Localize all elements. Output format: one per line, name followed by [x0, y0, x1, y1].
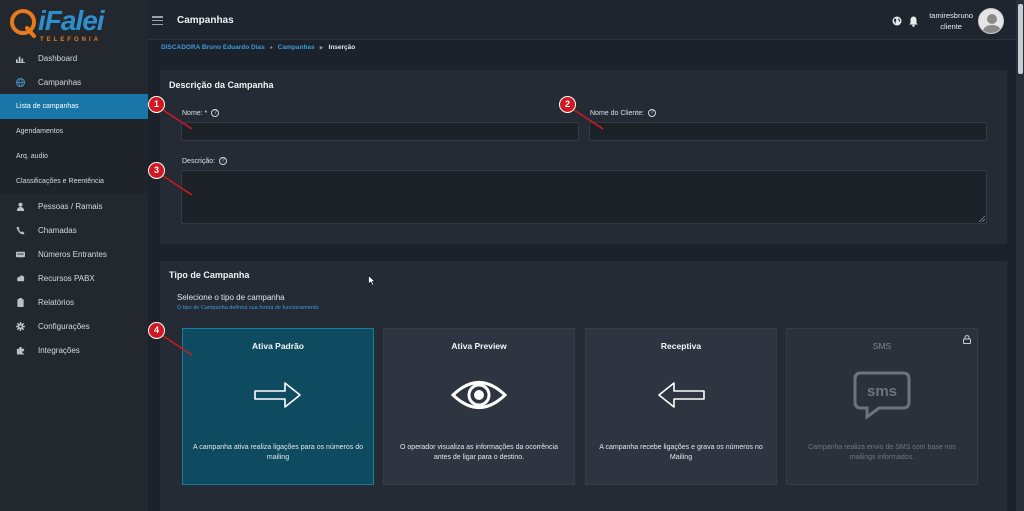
sidebar-item-label: Números Entrantes: [38, 249, 107, 259]
card-description: O operador visualiza as informações da o…: [400, 444, 558, 461]
sidebar-item-campanhas[interactable]: Campanhas: [0, 70, 148, 94]
sidebar-item-label: Dashboard: [38, 53, 78, 63]
sidebar-item-chamadas[interactable]: Chamadas: [0, 218, 148, 242]
header-actions: tamiresbruno cliente: [892, 8, 1004, 34]
phone-icon: [0, 225, 38, 235]
callout-number: 2: [559, 96, 576, 113]
eye-icon: [384, 369, 574, 421]
card-receptiva[interactable]: Receptiva A campanha recebe ligações e g…: [585, 328, 777, 485]
arrow-right-icon: [183, 369, 373, 421]
top-header: Campanhas tamiresbruno cliente: [148, 0, 1016, 40]
callout-3: 3: [148, 162, 193, 196]
sidebar-item-label: Pessoas / Ramais: [38, 201, 103, 211]
sidebar-item-relatorios[interactable]: Relatórios: [0, 290, 148, 314]
sidebar-item-label: Relatórios: [38, 297, 75, 307]
select-type-hint: O tipo de Campanha definirá sua forma de…: [177, 305, 319, 311]
arrow-left-icon: [586, 369, 776, 421]
user-icon: [0, 202, 38, 211]
logo-tagline: TELEFONIA: [40, 37, 101, 43]
sidebar-subitem-arq-audio[interactable]: Arq. audio: [0, 144, 148, 169]
callout-1: 1: [148, 96, 193, 130]
sidebar-item-label: Campanhas: [38, 77, 82, 87]
sidebar-item-configuracoes[interactable]: Configurações: [0, 314, 148, 338]
number-icon: [0, 250, 38, 259]
menu-icon[interactable]: [152, 16, 163, 26]
logo-text: iFalei: [38, 5, 105, 36]
globe-icon[interactable]: [892, 16, 902, 26]
logo[interactable]: iFalei TELEFONIA: [0, 0, 148, 46]
lock-icon: [963, 335, 971, 344]
card-sms: SMS sms Campanha realiza envio de SMS co…: [786, 328, 978, 485]
avatar[interactable]: [978, 8, 1004, 34]
callout-number: 4: [148, 322, 165, 339]
select-type-label: Selecione o tipo de campanha: [177, 293, 285, 302]
user-info[interactable]: tamiresbruno cliente: [929, 10, 973, 32]
breadcrumb-separator: ▶: [319, 44, 324, 51]
scrollbar-thumb[interactable]: [1018, 4, 1023, 74]
callout-2: 2: [559, 96, 604, 130]
avatar-icon: [982, 14, 1002, 33]
puzzle-icon: [0, 346, 38, 355]
breadcrumb-campanhas[interactable]: Campanhas: [278, 44, 315, 51]
sidebar-item-label: Recursos PABX: [38, 273, 95, 283]
card-ativa-padrao[interactable]: Ativa Padrão A campanha ativa realiza li…: [182, 328, 374, 485]
resize-grip-icon[interactable]: [979, 216, 985, 222]
svg-text:sms: sms: [867, 383, 897, 400]
callout-number: 3: [148, 162, 165, 179]
chart-icon: [0, 54, 38, 63]
card-description: Campanha realiza envio de SMS com base n…: [808, 444, 956, 461]
nome-input[interactable]: [181, 122, 579, 141]
panel-title: Descrição da Campanha: [169, 80, 274, 90]
sidebar-item-label: Integrações: [38, 345, 80, 355]
sidebar-item-integracoes[interactable]: Integrações: [0, 338, 148, 362]
card-description: A campanha ativa realiza ligações para o…: [192, 444, 364, 461]
nome-cliente-input[interactable]: [589, 122, 987, 141]
sidebar-item-label: Chamadas: [38, 225, 77, 235]
help-icon[interactable]: ?: [219, 157, 228, 165]
sidebar-item-recursos[interactable]: Recursos PABX: [0, 266, 148, 290]
card-title: Ativa Preview: [451, 341, 507, 351]
user-role: cliente: [940, 22, 962, 31]
callout-4: 4: [148, 322, 193, 356]
descricao-textarea[interactable]: [181, 170, 987, 224]
globe-icon: [0, 77, 38, 87]
cloud-icon: [0, 274, 38, 283]
breadcrumb-discadora[interactable]: DISCADORA Bruno Eduardo Dias: [161, 44, 265, 51]
breadcrumb-current: Inserção: [328, 44, 356, 51]
mouse-cursor-icon: [368, 275, 376, 286]
sidebar: iFalei TELEFONIA Dashboard Campanhas Lis…: [0, 0, 148, 511]
user-name: tamiresbruno: [929, 11, 973, 20]
breadcrumb-separator: ●: [269, 44, 273, 51]
clipboard-icon: [0, 297, 38, 307]
sidebar-item-dashboard[interactable]: Dashboard: [0, 46, 148, 70]
sidebar-item-label: Configurações: [38, 321, 90, 331]
callout-number: 1: [148, 96, 165, 113]
sidebar-subitem-lista-campanhas[interactable]: Lista de campanhas: [0, 94, 148, 119]
sidebar-item-pessoas[interactable]: Pessoas / Ramais: [0, 194, 148, 218]
help-icon[interactable]: ?: [648, 109, 657, 117]
page-title: Campanhas: [177, 15, 234, 26]
panel-title: Tipo de Campanha: [169, 270, 250, 280]
card-title: Receptiva: [660, 341, 702, 351]
card-title: Ativa Padrão: [252, 341, 304, 351]
sidebar-item-numeros[interactable]: Números Entrantes: [0, 242, 148, 266]
help-icon[interactable]: ?: [211, 109, 220, 117]
descricao-label-text: Descrição:: [182, 157, 216, 165]
card-title: SMS: [872, 341, 892, 351]
breadcrumb: DISCADORA Bruno Eduardo Dias ● Campanhas…: [161, 44, 355, 51]
logo-icon: [10, 9, 36, 38]
scrollbar-track[interactable]: [1016, 0, 1024, 511]
card-ativa-preview[interactable]: Ativa Preview O operador visualiza as in…: [383, 328, 575, 485]
sidebar-subitem-agendamentos[interactable]: Agendamentos: [0, 119, 148, 144]
gear-icon: [0, 321, 38, 331]
sms-icon: sms: [787, 369, 977, 421]
descricao-label: Descrição: ?: [182, 157, 228, 165]
card-description: A campanha recebe ligações e grava os nú…: [599, 444, 763, 461]
bell-icon[interactable]: [909, 16, 919, 27]
sidebar-subitem-classificacoes[interactable]: Classificações e Reentência: [0, 169, 148, 194]
